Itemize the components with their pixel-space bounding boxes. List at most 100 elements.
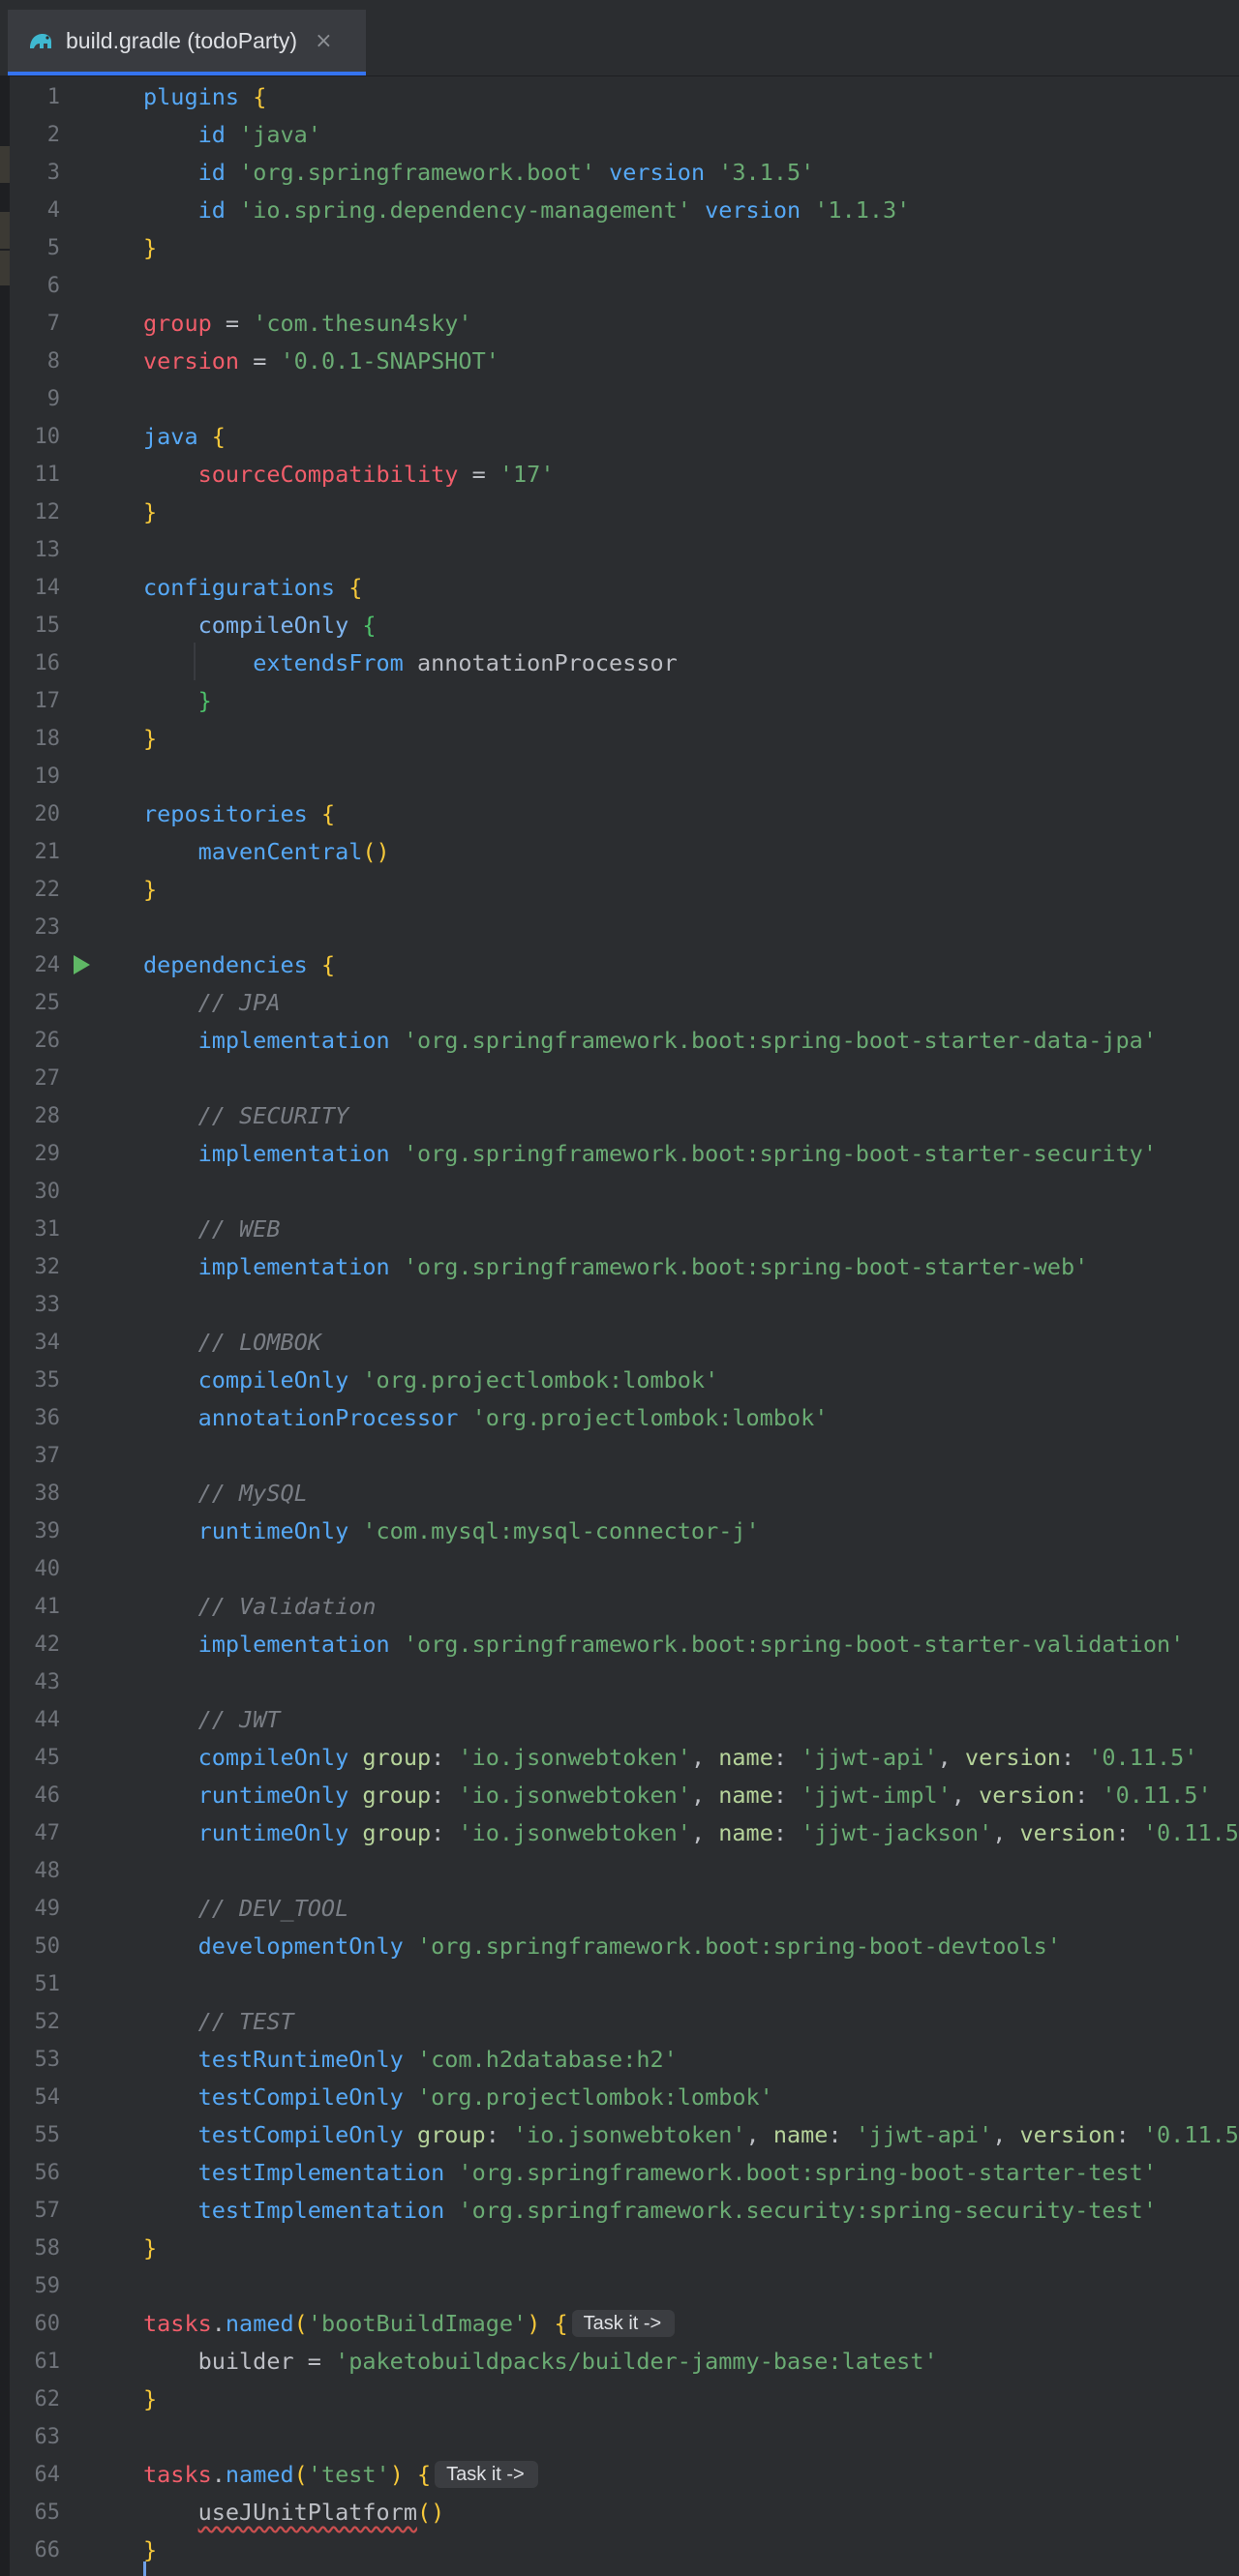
code-token: implementation: [197, 1631, 404, 1658]
code-line[interactable]: 65 useJUnitPlatform(): [0, 2494, 1239, 2531]
code-line[interactable]: 48: [0, 1852, 1239, 1890]
code-line[interactable]: 64 tasks.named('test') {Task it ->: [0, 2456, 1239, 2494]
code-line[interactable]: 63: [0, 2418, 1239, 2456]
code-line[interactable]: 62}: [0, 2381, 1239, 2418]
code-text: compileOnly {: [143, 607, 377, 644]
code-line[interactable]: 41 // Validation: [0, 1588, 1239, 1626]
line-number: 53: [34, 2048, 61, 2072]
code-token: }: [143, 725, 158, 752]
code-line[interactable]: 19: [0, 758, 1239, 795]
code-line[interactable]: 1 plugins {: [0, 78, 1239, 116]
code-token: 'test': [307, 2461, 390, 2488]
code-line[interactable]: 42 implementation 'org.springframework.b…: [0, 1626, 1239, 1663]
code-line[interactable]: 43: [0, 1663, 1239, 1701]
code-token: :: [1115, 2121, 1143, 2148]
code-line[interactable]: 22}: [0, 871, 1239, 909]
tab-build-gradle[interactable]: build.gradle (todoParty) ×: [8, 10, 366, 75]
code-line[interactable]: 51: [0, 1965, 1239, 2003]
code-line[interactable]: 12}: [0, 494, 1239, 531]
code-text: }: [143, 229, 157, 267]
code-line[interactable]: 57 testImplementation 'org.springframewo…: [0, 2192, 1239, 2230]
code-line[interactable]: 61 builder = 'paketobuildpacks/builder-j…: [0, 2343, 1239, 2381]
code-line[interactable]: 14 configurations {: [0, 569, 1239, 607]
code-token: }: [143, 2385, 158, 2412]
code-line[interactable]: 25 // JPA: [0, 984, 1239, 1022]
code-line[interactable]: 11 sourceCompatibility = '17': [0, 456, 1239, 494]
code-line[interactable]: 2 id 'java': [0, 116, 1239, 154]
code-line[interactable]: 52 // TEST: [0, 2003, 1239, 2041]
code-line[interactable]: 18}: [0, 720, 1239, 758]
code-line[interactable]: 3 id 'org.springframework.boot' version …: [0, 154, 1239, 192]
line-number: 43: [34, 1670, 61, 1694]
code-line[interactable]: 36 annotationProcessor 'org.projectlombo…: [0, 1399, 1239, 1437]
code-line[interactable]: 38 // MySQL: [0, 1475, 1239, 1513]
code-line[interactable]: 50 developmentOnly 'org.springframework.…: [0, 1928, 1239, 1965]
code-line[interactable]: 59: [0, 2267, 1239, 2305]
code-line[interactable]: 29 implementation 'org.springframework.b…: [0, 1135, 1239, 1173]
code-line[interactable]: 55 testCompileOnly group: 'io.jsonwebtok…: [0, 2116, 1239, 2154]
editor-tab-bar: build.gradle (todoParty) ×: [0, 0, 1239, 76]
code-line[interactable]: 34 // LOMBOK: [0, 1324, 1239, 1362]
run-gutter-icon[interactable]: [74, 955, 90, 974]
code-line[interactable]: 15 compileOnly {: [0, 607, 1239, 644]
code-token: =: [458, 461, 499, 488]
code-line[interactable]: 17 }: [0, 682, 1239, 720]
code-line[interactable]: 58}: [0, 2230, 1239, 2267]
code-line[interactable]: 37: [0, 1437, 1239, 1475]
code-line[interactable]: 39 runtimeOnly 'com.mysql:mysql-connecto…: [0, 1513, 1239, 1550]
code-line[interactable]: 27: [0, 1060, 1239, 1097]
code-token: 'org.springframework.boot': [239, 159, 610, 186]
code-line[interactable]: 54 testCompileOnly 'org.projectlombok:lo…: [0, 2079, 1239, 2116]
code-token: .: [211, 2310, 226, 2337]
code-line[interactable]: 16 extendsFrom annotationProcessor: [0, 644, 1239, 682]
code-line[interactable]: 56 testImplementation 'org.springframewo…: [0, 2154, 1239, 2192]
code-line[interactable]: 40: [0, 1550, 1239, 1588]
code-token: ,: [690, 1744, 719, 1771]
code-line[interactable]: 6: [0, 267, 1239, 305]
code-line[interactable]: 20 repositories {: [0, 795, 1239, 833]
task-inlay-hint[interactable]: Task it ->: [571, 2309, 676, 2337]
code-line[interactable]: 21 mavenCentral(): [0, 833, 1239, 871]
code-line[interactable]: 46 runtimeOnly group: 'io.jsonwebtoken',…: [0, 1777, 1239, 1814]
code-token: name: [718, 1819, 773, 1846]
code-line[interactable]: 53 testRuntimeOnly 'com.h2database:h2': [0, 2041, 1239, 2079]
code-token: tasks: [143, 2310, 212, 2337]
code-line[interactable]: 28 // SECURITY: [0, 1097, 1239, 1135]
code-line[interactable]: 66}: [0, 2531, 1239, 2569]
code-line[interactable]: 60 tasks.named('bootBuildImage') {Task it…: [0, 2305, 1239, 2343]
code-line[interactable]: 44 // JWT: [0, 1701, 1239, 1739]
code-line[interactable]: 10 java {: [0, 418, 1239, 456]
code-token: implementation: [197, 1027, 404, 1054]
code-line[interactable]: 31 // WEB: [0, 1211, 1239, 1248]
code-line[interactable]: 49 // DEV_TOOL: [0, 1890, 1239, 1928]
code-line[interactable]: 47 runtimeOnly group: 'io.jsonwebtoken',…: [0, 1814, 1239, 1852]
code-line[interactable]: 35 compileOnly 'org.projectlombok:lombok…: [0, 1362, 1239, 1399]
code-line[interactable]: 32 implementation 'org.springframework.b…: [0, 1248, 1239, 1286]
code-line[interactable]: 45 compileOnly group: 'io.jsonwebtoken',…: [0, 1739, 1239, 1777]
task-inlay-hint[interactable]: Task it ->: [435, 2460, 538, 2488]
code-line[interactable]: 5}: [0, 229, 1239, 267]
code-line[interactable]: 24 dependencies {: [0, 946, 1239, 984]
code-text: java {: [143, 418, 226, 456]
line-number: 7: [46, 312, 60, 336]
line-number: 15: [34, 614, 61, 638]
code-token: :: [772, 1744, 801, 1771]
code-line[interactable]: 13: [0, 531, 1239, 569]
code-token: group: [362, 1744, 432, 1771]
code-line[interactable]: 7 group = 'com.thesun4sky': [0, 305, 1239, 343]
code-line[interactable]: 8 version = '0.0.1-SNAPSHOT': [0, 343, 1239, 380]
code-line[interactable]: 33: [0, 1286, 1239, 1324]
code-editor[interactable]: 1 plugins {2 id 'java' 3 id 'org.springfra…: [0, 76, 1239, 2576]
code-text: tasks.named('test') {Task it ->: [143, 2456, 538, 2494]
close-icon[interactable]: ×: [315, 29, 332, 53]
code-line[interactable]: 9: [0, 380, 1239, 418]
code-line[interactable]: 26 implementation 'org.springframework.b…: [0, 1022, 1239, 1060]
code-token: extendsFrom: [253, 649, 417, 676]
code-line[interactable]: 23: [0, 909, 1239, 946]
code-line[interactable]: 30: [0, 1173, 1239, 1211]
code-line[interactable]: 4 id 'io.spring.dependency-management' v…: [0, 192, 1239, 229]
